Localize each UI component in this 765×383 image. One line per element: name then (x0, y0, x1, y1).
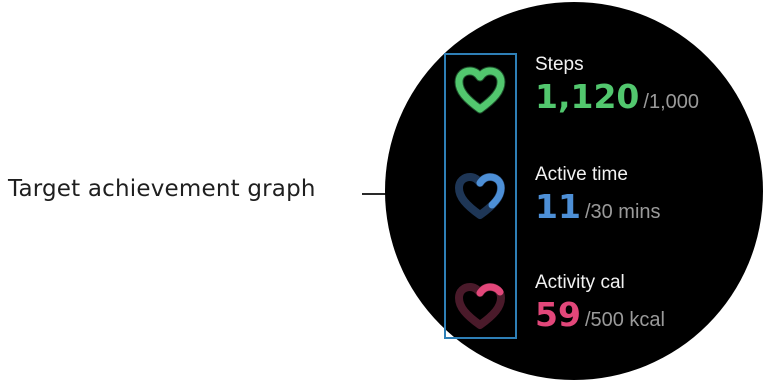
active-time-values: 11/30 mins (535, 188, 661, 226)
activity-cal-title: Activity cal (535, 272, 625, 293)
active-time-value: 11 (535, 187, 581, 226)
achievement-graph-highlight-box (444, 53, 517, 339)
active-time-stat: Active time 11/30 mins (535, 164, 661, 226)
steps-title: Steps (535, 54, 584, 75)
steps-stat: Steps 1,120/1,000 (535, 54, 699, 116)
activity-cal-values: 59/500 kcal (535, 296, 665, 334)
steps-value: 1,120 (535, 77, 640, 116)
activity-cal-value: 59 (535, 295, 581, 334)
callout-label: Target achievement graph (8, 176, 316, 202)
steps-values: 1,120/1,000 (535, 78, 699, 116)
activity-cal-target: /500 kcal (584, 309, 665, 331)
active-time-title: Active time (535, 164, 628, 185)
activity-cal-stat: Activity cal 59/500 kcal (535, 272, 665, 334)
active-time-target: /30 mins (584, 201, 661, 223)
illustration: Target achievement graph Steps 1,120/1,0… (0, 0, 765, 383)
steps-target: /1,000 (643, 91, 699, 113)
